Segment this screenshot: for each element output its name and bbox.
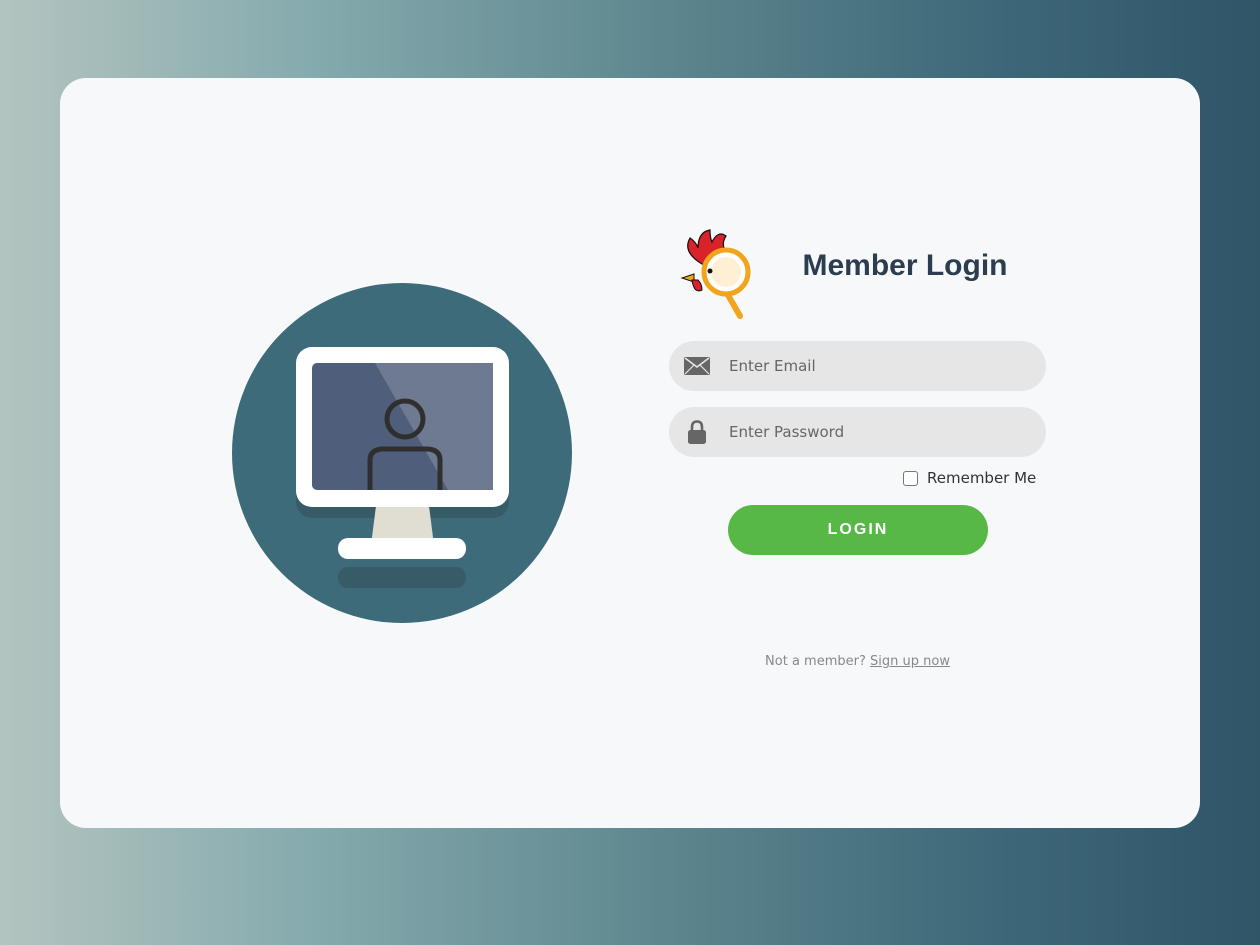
page-title: Member Login <box>802 249 1008 282</box>
email-input[interactable] <box>729 341 1029 391</box>
login-button[interactable]: LOGIN <box>728 505 988 555</box>
password-input[interactable] <box>729 407 1029 457</box>
envelope-icon <box>683 353 711 379</box>
lock-icon <box>683 419 711 445</box>
rooster-magnifier-logo <box>680 229 751 319</box>
login-card: Member Login Remember Me LOGIN Not a mem… <box>60 78 1200 828</box>
computer-user-illustration <box>232 283 572 623</box>
email-field[interactable] <box>669 341 1046 391</box>
signup-prompt-text: Not a member? <box>765 654 866 669</box>
signup-prompt: Not a member? Sign up now <box>669 654 1046 669</box>
remember-me-label[interactable]: Remember Me <box>927 469 1036 487</box>
remember-me-checkbox[interactable] <box>903 470 918 486</box>
password-field[interactable] <box>669 407 1046 457</box>
remember-me[interactable]: Remember Me <box>903 467 1036 489</box>
signup-link[interactable]: Sign up now <box>870 654 950 669</box>
